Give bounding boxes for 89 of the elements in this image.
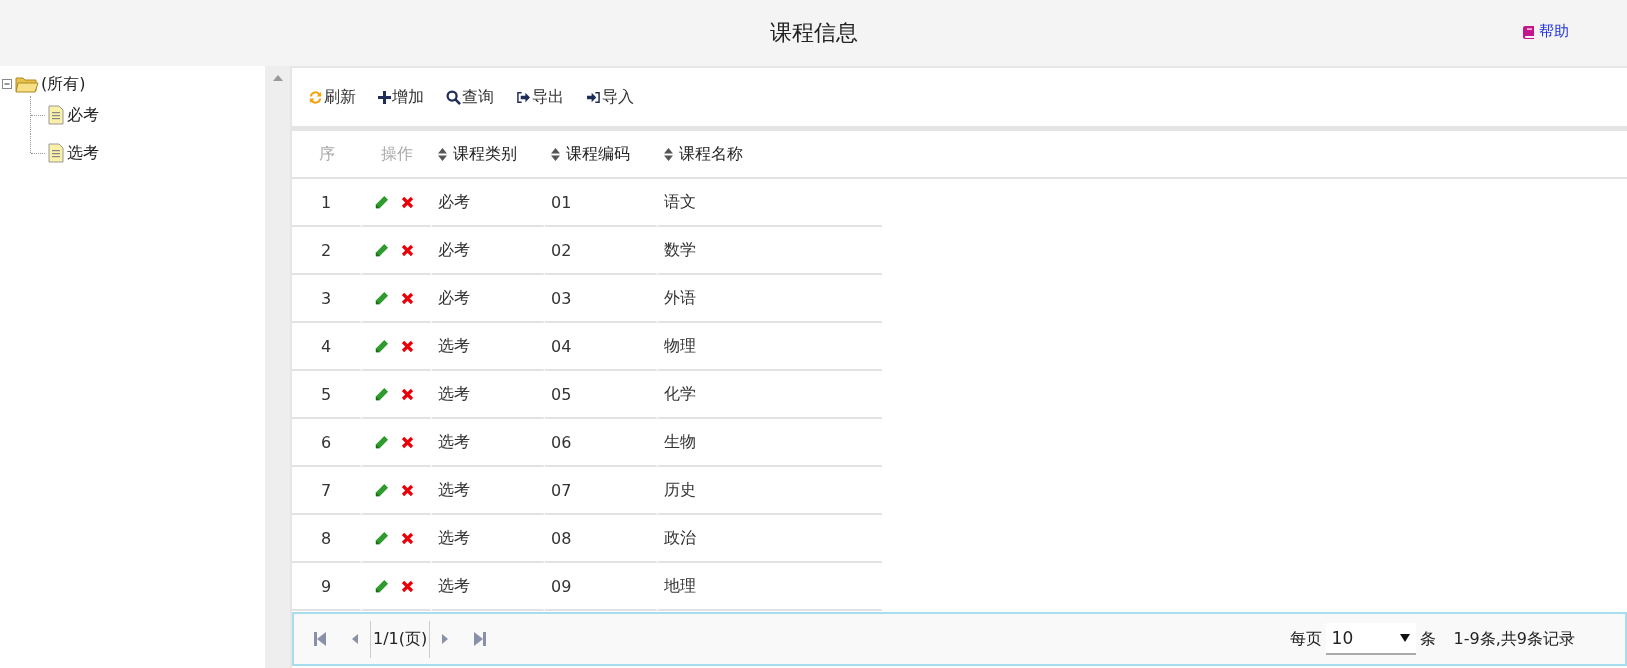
table-cell: 语文 [658,179,883,227]
delete-icon[interactable] [401,195,414,209]
table-cell: 选考 [432,467,545,515]
dropdown-icon [1399,634,1410,642]
table-cell: 数学 [658,227,883,275]
delete-icon[interactable] [401,435,414,449]
table-cell: 选考 [432,323,545,371]
last-page-icon[interactable] [474,632,487,646]
table-cell: 08 [545,515,658,563]
table-cell: 03 [545,275,658,323]
edit-icon[interactable] [374,434,389,450]
search-button[interactable]: 查询 [446,86,494,108]
refresh-button[interactable]: 刷新 [308,86,356,108]
row-number: 3 [292,275,362,323]
page-indicator: 1/1(页) [370,620,431,658]
export-button[interactable]: 导出 [516,86,564,108]
row-number: 5 [292,371,362,419]
table-cell: 必考 [432,179,545,227]
scroll-up-icon[interactable] [272,75,283,81]
document-icon [48,105,64,125]
edit-icon[interactable] [374,530,389,546]
table-cell: 05 [545,371,658,419]
per-page-label: 每页 [1289,628,1322,650]
delete-icon[interactable] [401,243,414,257]
table-cell: 必考 [432,275,545,323]
delete-icon[interactable] [401,291,414,305]
edit-icon[interactable] [374,242,389,258]
row-number: 4 [292,323,362,371]
sortable-column-header[interactable]: 课程类别 [432,143,545,165]
import-icon [586,90,601,104]
add-button[interactable]: 增加 [378,86,424,108]
table-cell: 政治 [658,515,883,563]
row-number: 7 [292,467,362,515]
sortable-column-header[interactable]: 课程名称 [658,143,883,165]
edit-icon[interactable] [374,338,389,354]
table-cell: 01 [545,179,658,227]
folder-icon [15,75,39,93]
per-page-select[interactable]: 10 [1325,623,1416,655]
edit-icon[interactable] [374,290,389,306]
delete-icon[interactable] [401,531,414,545]
table-cell: 06 [545,419,658,467]
first-page-icon[interactable] [314,632,326,646]
table-cell: 04 [545,323,658,371]
sort-icon [551,147,560,161]
table-cell: 历史 [658,467,883,515]
sortable-column-header[interactable]: 课程编码 [545,143,658,165]
table-cell: 选考 [432,419,545,467]
refresh-icon [308,89,323,105]
table-cell: 生物 [658,419,883,467]
row-number: 8 [292,515,362,563]
delete-icon[interactable] [401,579,414,593]
edit-icon[interactable] [374,482,389,498]
table-cell: 必考 [432,227,545,275]
per-page-unit: 条 [1419,628,1436,650]
record-summary: 1-9条,共9条记录 [1453,628,1575,650]
row-number: 1 [292,179,362,227]
table-cell: 选考 [432,371,545,419]
page-title: 课程信息 [769,19,858,47]
delete-icon[interactable] [401,483,414,497]
search-icon [446,89,461,105]
table-cell: 选考 [432,515,545,563]
export-icon [516,90,531,104]
tree-item[interactable]: 选考 [67,142,99,164]
table-cell: 化学 [658,371,883,419]
document-icon [48,143,64,163]
collapse-icon[interactable] [2,78,13,90]
tree-item[interactable]: 必考 [67,104,99,126]
plus-icon [378,90,391,104]
delete-icon[interactable] [401,387,414,401]
sort-icon [664,147,673,161]
table-cell: 07 [545,467,658,515]
row-number: 2 [292,227,362,275]
book-icon [1522,24,1535,39]
previous-page-icon[interactable] [352,634,358,644]
delete-icon[interactable] [401,339,414,353]
table-cell: 02 [545,227,658,275]
next-page-icon[interactable] [442,634,449,644]
import-button[interactable]: 导入 [586,86,634,108]
table-cell: 物理 [658,323,883,371]
tree-item[interactable]: (所有) [41,73,86,95]
column-header: 序 [318,143,336,165]
edit-icon[interactable] [374,578,389,594]
edit-icon[interactable] [374,194,389,210]
help-link[interactable]: 帮助 [1522,22,1569,41]
edit-icon[interactable] [374,386,389,402]
column-header: 操作 [380,143,414,165]
row-number: 6 [292,419,362,467]
sort-icon [438,147,447,161]
table-cell: 外语 [658,275,883,323]
